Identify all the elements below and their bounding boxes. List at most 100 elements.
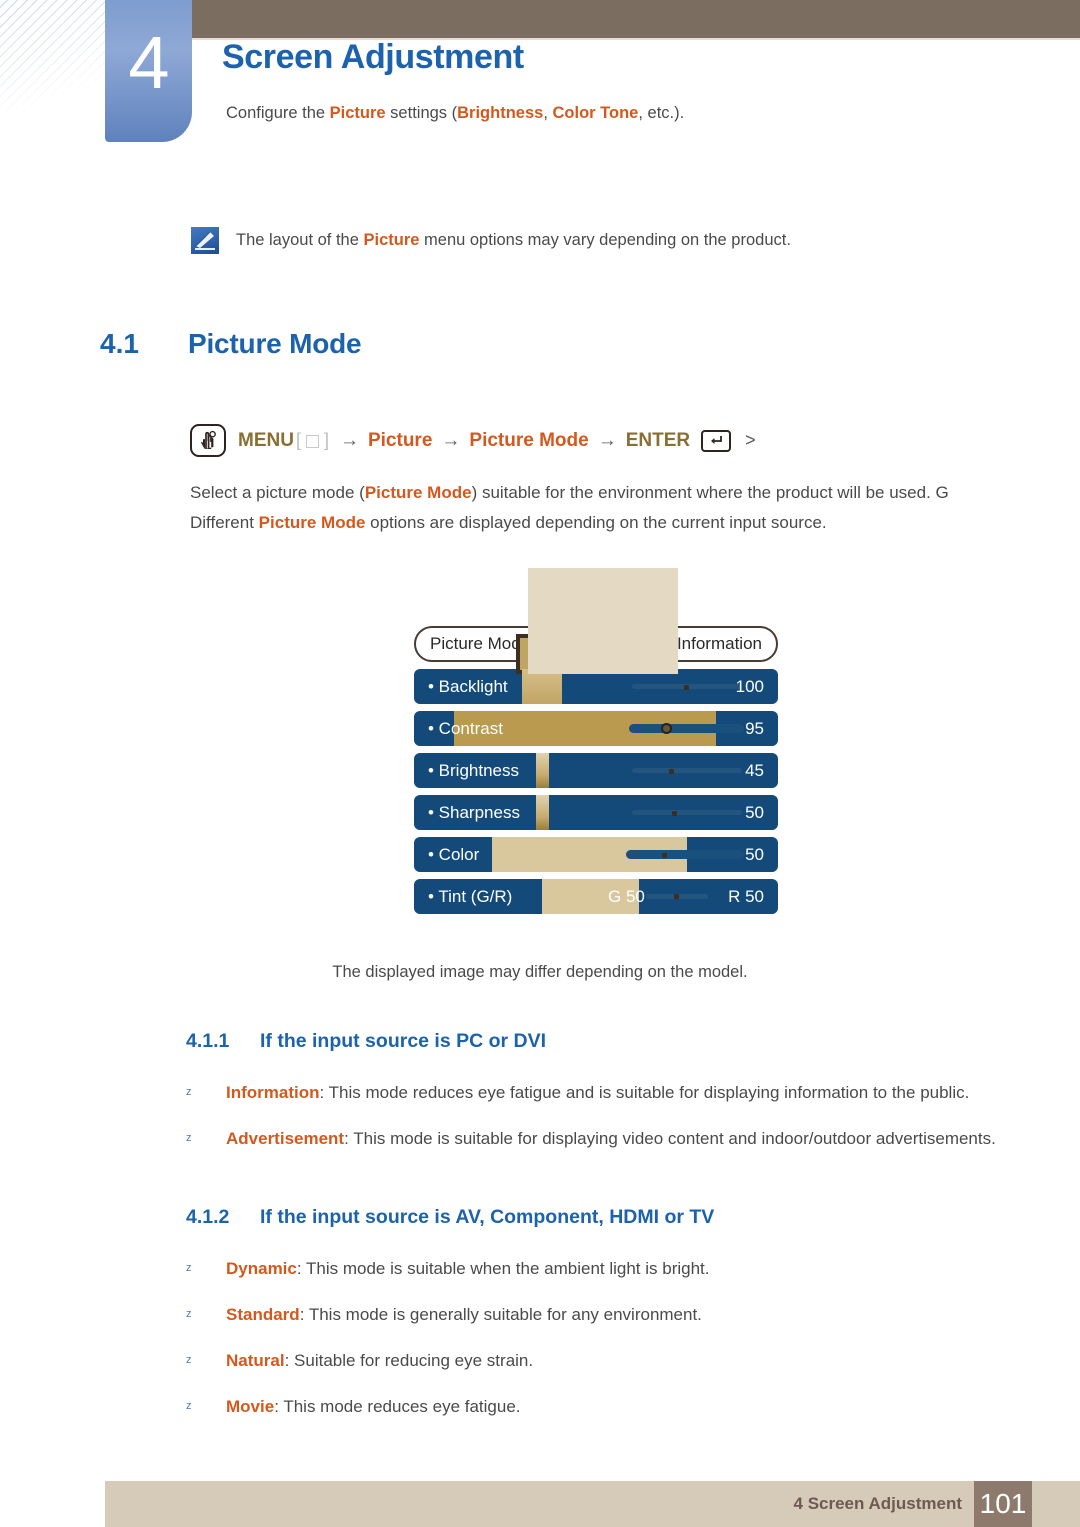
- menu-path-step-picture-mode: Picture Mode: [469, 429, 589, 451]
- subsection-number: 4.1.2: [186, 1206, 230, 1228]
- intro-prefix: Configure the: [226, 104, 330, 122]
- note-text-after: menu options may vary depending on the p…: [419, 231, 791, 249]
- note-pen-icon: [190, 226, 220, 255]
- list-item-desc: : This mode is suitable for displaying v…: [344, 1129, 996, 1148]
- menu-path-trailing: >: [745, 430, 756, 450]
- list-item: z Dynamic: This mode is suitable when th…: [186, 1254, 1066, 1283]
- intro-keyword-color-tone: Color Tone: [552, 104, 639, 122]
- osd-row-label: • Contrast: [428, 718, 503, 738]
- osd-row-tint: • Tint (G/R) G 50 R 50: [414, 879, 778, 914]
- note-callout: The layout of the Picture menu options m…: [190, 226, 791, 255]
- list-item: z Advertisement: This mode is suitable f…: [186, 1124, 1066, 1153]
- paragraph-line1-keyword: Picture Mode: [364, 483, 472, 502]
- header-hatch-decoration: [0, 0, 108, 118]
- intro-keyword-brightness: Brightness: [457, 104, 544, 122]
- chapter-intro-text: Configure the Picture settings (Brightne…: [226, 104, 684, 123]
- list-item-text: Advertisement: This mode is suitable for…: [226, 1124, 1066, 1153]
- osd-vertical-marker: [536, 795, 549, 830]
- note-keyword: Picture: [363, 231, 420, 249]
- menu-path-bracket-open: [: [295, 430, 301, 450]
- menu-path-arrow-3: →: [597, 429, 617, 451]
- section-title: Picture Mode: [188, 328, 362, 359]
- intro-mid: settings (: [385, 104, 458, 122]
- osd-title-right: Information: [676, 634, 762, 653]
- osd-row-sharpness: • Sharpness 50: [414, 795, 778, 830]
- osd-row-label: • Tint (G/R): [428, 886, 513, 906]
- intro-keyword-picture: Picture: [329, 104, 386, 122]
- note-text: The layout of the Picture menu options m…: [236, 226, 791, 251]
- bullet-marker: z: [186, 1354, 192, 1366]
- intro-suffix: , etc.).: [638, 104, 685, 122]
- list-item-keyword: Advertisement: [226, 1129, 345, 1148]
- enter-key-icon: [701, 429, 732, 452]
- chapter-title: Screen Adjustment: [222, 38, 524, 76]
- bullet-marker: z: [186, 1262, 192, 1274]
- menu-path-step-picture: Picture: [367, 429, 433, 451]
- osd-row-contrast: • Contrast 95: [414, 711, 778, 746]
- list-item-desc: : This mode reduces eye fatigue.: [274, 1397, 521, 1416]
- menu-path-bracket-close: ]: [323, 430, 329, 450]
- subsection-number: 4.1.1: [186, 1030, 230, 1052]
- osd-slider-handle: [662, 853, 667, 858]
- subsection-heading-412: 4.1.2 If the input source is AV, Compone…: [186, 1206, 714, 1229]
- osd-tint-red-value: R 50: [728, 886, 764, 906]
- osd-slider-handle: [661, 723, 672, 734]
- list-item-desc: : This mode is suitable when the ambient…: [296, 1259, 710, 1278]
- note-text-before: The layout of the: [236, 231, 364, 249]
- page-footer: 4 Screen Adjustment 101: [105, 1481, 1080, 1527]
- osd-row-label: • Backlight: [428, 676, 508, 696]
- menu-path-arrow-2: →: [441, 429, 461, 451]
- bullet-marker: z: [186, 1400, 192, 1412]
- list-item-desc: : This mode is generally suitable for an…: [299, 1305, 702, 1324]
- list-item-text: Movie: This mode reduces eye fatigue.: [226, 1392, 1066, 1421]
- list-item-text: Dynamic: This mode is suitable when the …: [226, 1254, 1066, 1283]
- menu-path-line: MENU [ ] → Picture → Picture Mode → ENTE…: [190, 424, 756, 457]
- osd-slider-handle: [674, 894, 679, 899]
- list-item-keyword: Dynamic: [226, 1259, 297, 1278]
- subsection-title: If the input source is PC or DVI: [260, 1030, 547, 1052]
- bullet-list-412: z Dynamic: This mode is suitable when th…: [186, 1254, 1066, 1438]
- footer-page-number: 101: [974, 1481, 1032, 1527]
- section-paragraph: Select a picture mode (Picture Mode) sui…: [190, 478, 1070, 538]
- list-item-keyword: Natural: [226, 1351, 285, 1370]
- osd-slider-handle: [684, 685, 689, 690]
- list-item-keyword: Standard: [226, 1305, 300, 1324]
- paragraph-line1-b: ) suitable for the environment where the…: [471, 483, 949, 502]
- chapter-number: 4: [128, 21, 169, 104]
- subsection-title: If the input source is AV, Component, HD…: [260, 1206, 715, 1228]
- osd-row-label: • Sharpness: [428, 802, 520, 822]
- osd-row-brightness: • Brightness 45: [414, 753, 778, 788]
- osd-slider-track: [629, 724, 744, 733]
- list-item-keyword: Movie: [226, 1397, 275, 1416]
- list-item: z Information: This mode reduces eye fat…: [186, 1078, 1066, 1107]
- list-item-text: Information: This mode reduces eye fatig…: [226, 1078, 1066, 1107]
- menu-path-menu-label: MENU: [238, 429, 294, 451]
- list-item: z Natural: Suitable for reducing eye str…: [186, 1346, 1066, 1375]
- list-item-text: Natural: Suitable for reducing eye strai…: [226, 1346, 1066, 1375]
- bullet-marker: z: [186, 1308, 192, 1320]
- osd-slider-track: [632, 810, 742, 815]
- osd-row-value: 45: [745, 760, 764, 780]
- menu-path-enter-label: ENTER: [625, 429, 691, 451]
- list-item-keyword: Information: [226, 1083, 320, 1102]
- subsection-heading-411: 4.1.1 If the input source is PC or DVI: [186, 1030, 546, 1053]
- section-heading: 4.1 Picture Mode: [100, 328, 362, 360]
- osd-knob-overlap: [522, 669, 562, 704]
- list-item: z Movie: This mode reduces eye fatigue.: [186, 1392, 1066, 1421]
- list-item-desc: : This mode reduces eye fatigue and is s…: [319, 1083, 970, 1102]
- bullet-marker: z: [186, 1132, 192, 1144]
- osd-row-value: 50: [745, 802, 764, 822]
- osd-row-value: 95: [745, 718, 764, 738]
- osd-row-value: 50: [745, 844, 764, 864]
- footer-chapter-label: 4 Screen Adjustment: [793, 1494, 962, 1513]
- bullet-list-411: z Information: This mode reduces eye fat…: [186, 1078, 1066, 1170]
- header-brown-bar: [192, 0, 1080, 40]
- osd-row-label: • Brightness: [428, 760, 519, 780]
- list-item: z Standard: This mode is generally suita…: [186, 1300, 1066, 1329]
- list-item-text: Standard: This mode is generally suitabl…: [226, 1300, 1066, 1329]
- menu-path-arrow-1: →: [339, 429, 359, 451]
- osd-row-color: • Color 50: [414, 837, 778, 872]
- bullet-marker: z: [186, 1086, 192, 1098]
- hand-press-icon: [190, 424, 226, 457]
- osd-menu-illustration: Picture Mode Information • Backlight 100…: [414, 566, 778, 914]
